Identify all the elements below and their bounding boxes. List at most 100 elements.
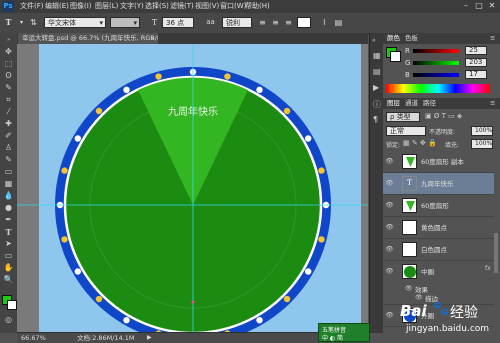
collapse-arrows-icon[interactable]: «	[372, 37, 376, 44]
layers-scrollbar[interactable]	[494, 233, 498, 273]
menu-file[interactable]: 文件(F)	[20, 0, 44, 13]
warp-text-icon[interactable]: ⌇	[319, 17, 330, 28]
menu-window[interactable]: 窗口(W)	[220, 0, 246, 13]
close-tab-icon[interactable]: ×	[150, 33, 155, 44]
panel-menu-icon[interactable]: ≡	[490, 33, 495, 43]
fx-icon[interactable]: fx	[485, 265, 491, 272]
layer-row[interactable]: 👁 黄色圆点	[383, 217, 494, 239]
canvas-area[interactable]: 九周年快乐	[17, 44, 368, 332]
layer-thumbnail	[402, 198, 417, 213]
font-size-select[interactable]: 36 点	[162, 17, 194, 28]
font-family-select[interactable]: 华文宋体 ▾	[44, 17, 106, 28]
tab-channels[interactable]: 通道	[405, 98, 418, 108]
r-slider[interactable]	[413, 49, 459, 53]
blur-tool-icon[interactable]: 💧	[3, 191, 14, 201]
healing-brush-icon[interactable]: ✚	[3, 119, 14, 129]
paragraph-icon[interactable]: ¶	[373, 115, 378, 124]
fill-label: 填充:	[445, 142, 460, 149]
actions-icon[interactable]: ▶	[373, 83, 379, 92]
maximize-icon[interactable]: □	[473, 0, 485, 12]
opacity-field[interactable]: 100%	[471, 126, 493, 136]
properties-icon[interactable]: ▤	[373, 67, 381, 76]
menu-filter[interactable]: 滤镜(T)	[170, 0, 194, 13]
shape-tool-icon[interactable]: ▭	[3, 251, 14, 261]
blend-mode-select[interactable]: 正常	[386, 126, 426, 136]
tab-layers[interactable]: 图层	[387, 98, 400, 108]
zoom-tool-icon[interactable]: 🔍	[3, 275, 14, 285]
layer-name: 60度扇形 副本	[421, 158, 464, 166]
layer-row[interactable]: 👁 60度扇形	[383, 195, 494, 217]
menu-layer[interactable]: 图层(L)	[95, 0, 118, 13]
filter-icons[interactable]: ▣ Ø T ▭ ◈	[425, 112, 462, 120]
effects-eye-icon[interactable]: 👁	[405, 285, 413, 292]
layer-row-selected[interactable]: 👁 T 九周年快乐	[383, 173, 494, 195]
minimize-icon[interactable]: –	[460, 0, 472, 12]
gradient-tool-icon[interactable]: ▦	[3, 179, 14, 189]
pen-tool-icon[interactable]: ✒	[3, 215, 14, 225]
panel-menu-icon[interactable]: ≡	[490, 98, 495, 108]
path-select-icon[interactable]: ➤	[3, 239, 14, 249]
move-tool-icon[interactable]: ✥	[3, 47, 14, 57]
text-color-swatch[interactable]	[297, 17, 311, 28]
align-left-icon[interactable]: ≡	[257, 17, 268, 28]
type-tool-icon[interactable]: T	[3, 17, 14, 28]
visibility-eye-icon[interactable]: 👁	[385, 157, 394, 166]
visibility-eye-icon[interactable]: 👁	[385, 267, 394, 276]
panel-background-swatch[interactable]	[390, 51, 401, 62]
font-style-select[interactable]: ▾	[110, 17, 140, 28]
menu-select[interactable]: 选择(S)	[145, 0, 169, 13]
menu-type[interactable]: 文字(Y)	[120, 0, 144, 13]
visibility-eye-icon[interactable]: 👁	[385, 179, 394, 188]
ime-toolbar[interactable]: 五笔拼音 中 ◐ 简	[318, 323, 370, 342]
info-icon[interactable]: ⓘ	[373, 99, 381, 110]
menu-image[interactable]: 图像(I)	[70, 0, 92, 13]
antialias-select[interactable]: 锐利	[222, 17, 252, 28]
eyedropper-icon[interactable]: ⁄	[3, 107, 14, 117]
r-value-field[interactable]: 25	[465, 46, 487, 55]
character-panel-icon[interactable]: ▤	[333, 17, 344, 28]
tool-preset-chevron-icon[interactable]: ▾	[16, 17, 27, 28]
collapse-arrows-icon[interactable]: »	[3, 35, 14, 45]
close-icon[interactable]: ✕	[486, 0, 498, 12]
quick-select-icon[interactable]: ✎	[3, 83, 14, 93]
g-slider[interactable]	[413, 61, 459, 65]
dodge-tool-icon[interactable]: ●	[3, 203, 14, 213]
history-icon[interactable]: ▦	[373, 51, 381, 60]
eraser-icon[interactable]: ▭	[3, 167, 14, 177]
type-tool-icon[interactable]: T	[3, 227, 14, 237]
g-value: 203	[469, 58, 483, 66]
clone-stamp-icon[interactable]: ♙	[3, 143, 14, 153]
text-orientation-icon[interactable]: ⇅	[28, 17, 39, 28]
lasso-tool-icon[interactable]: ʘ	[3, 71, 14, 81]
document-tab[interactable]: 幸运大转盘.psd @ 66.7% (九周年快乐, RGB/8) *	[18, 33, 158, 44]
background-color-swatch[interactable]	[7, 300, 17, 310]
quick-mask-icon[interactable]: ◎	[3, 315, 14, 325]
g-value-field[interactable]: 203	[465, 58, 487, 67]
tab-color[interactable]: 颜色	[387, 33, 400, 43]
menu-help[interactable]: 帮助(H)	[245, 0, 270, 13]
crop-tool-icon[interactable]: ⌗	[3, 95, 14, 105]
layer-filter-select[interactable]: ρ 类型	[386, 112, 420, 122]
visibility-eye-icon[interactable]: 👁	[385, 245, 394, 254]
history-brush-icon[interactable]: ✎	[3, 155, 14, 165]
visibility-eye-icon[interactable]: 👁	[385, 223, 394, 232]
hand-tool-icon[interactable]: ✋	[3, 263, 14, 273]
lock-icons[interactable]: ▦ ✎ ✥ 🔒	[403, 139, 437, 147]
right-panel: 颜色 色板 ≡ R 25 G 203 B 17 图层 通道 路径 ≡ ρ 类型 …	[383, 33, 500, 342]
visibility-eye-icon[interactable]: 👁	[385, 201, 394, 210]
layer-row[interactable]: 👁 白色圆点	[383, 239, 494, 261]
align-right-icon[interactable]: ≡	[283, 17, 294, 28]
b-value-field[interactable]: 17	[465, 70, 487, 79]
marquee-tool-icon[interactable]: ⬚	[3, 59, 14, 69]
brush-tool-icon[interactable]: ✐	[3, 131, 14, 141]
menu-edit[interactable]: 编辑(E)	[45, 0, 69, 13]
tab-paths[interactable]: 路径	[423, 98, 436, 108]
menu-view[interactable]: 视图(V)	[195, 0, 219, 13]
layer-row[interactable]: 👁 60度扇形 副本	[383, 151, 494, 173]
color-spectrum-bar[interactable]	[386, 84, 490, 93]
layer-row[interactable]: 👁 中圈 fx 👁 效果 👁 描边	[383, 261, 494, 305]
fill-field[interactable]: 100%	[471, 139, 493, 149]
align-center-icon[interactable]: ≡	[270, 17, 281, 28]
tab-swatches[interactable]: 色板	[405, 33, 418, 43]
b-slider[interactable]	[413, 73, 459, 77]
